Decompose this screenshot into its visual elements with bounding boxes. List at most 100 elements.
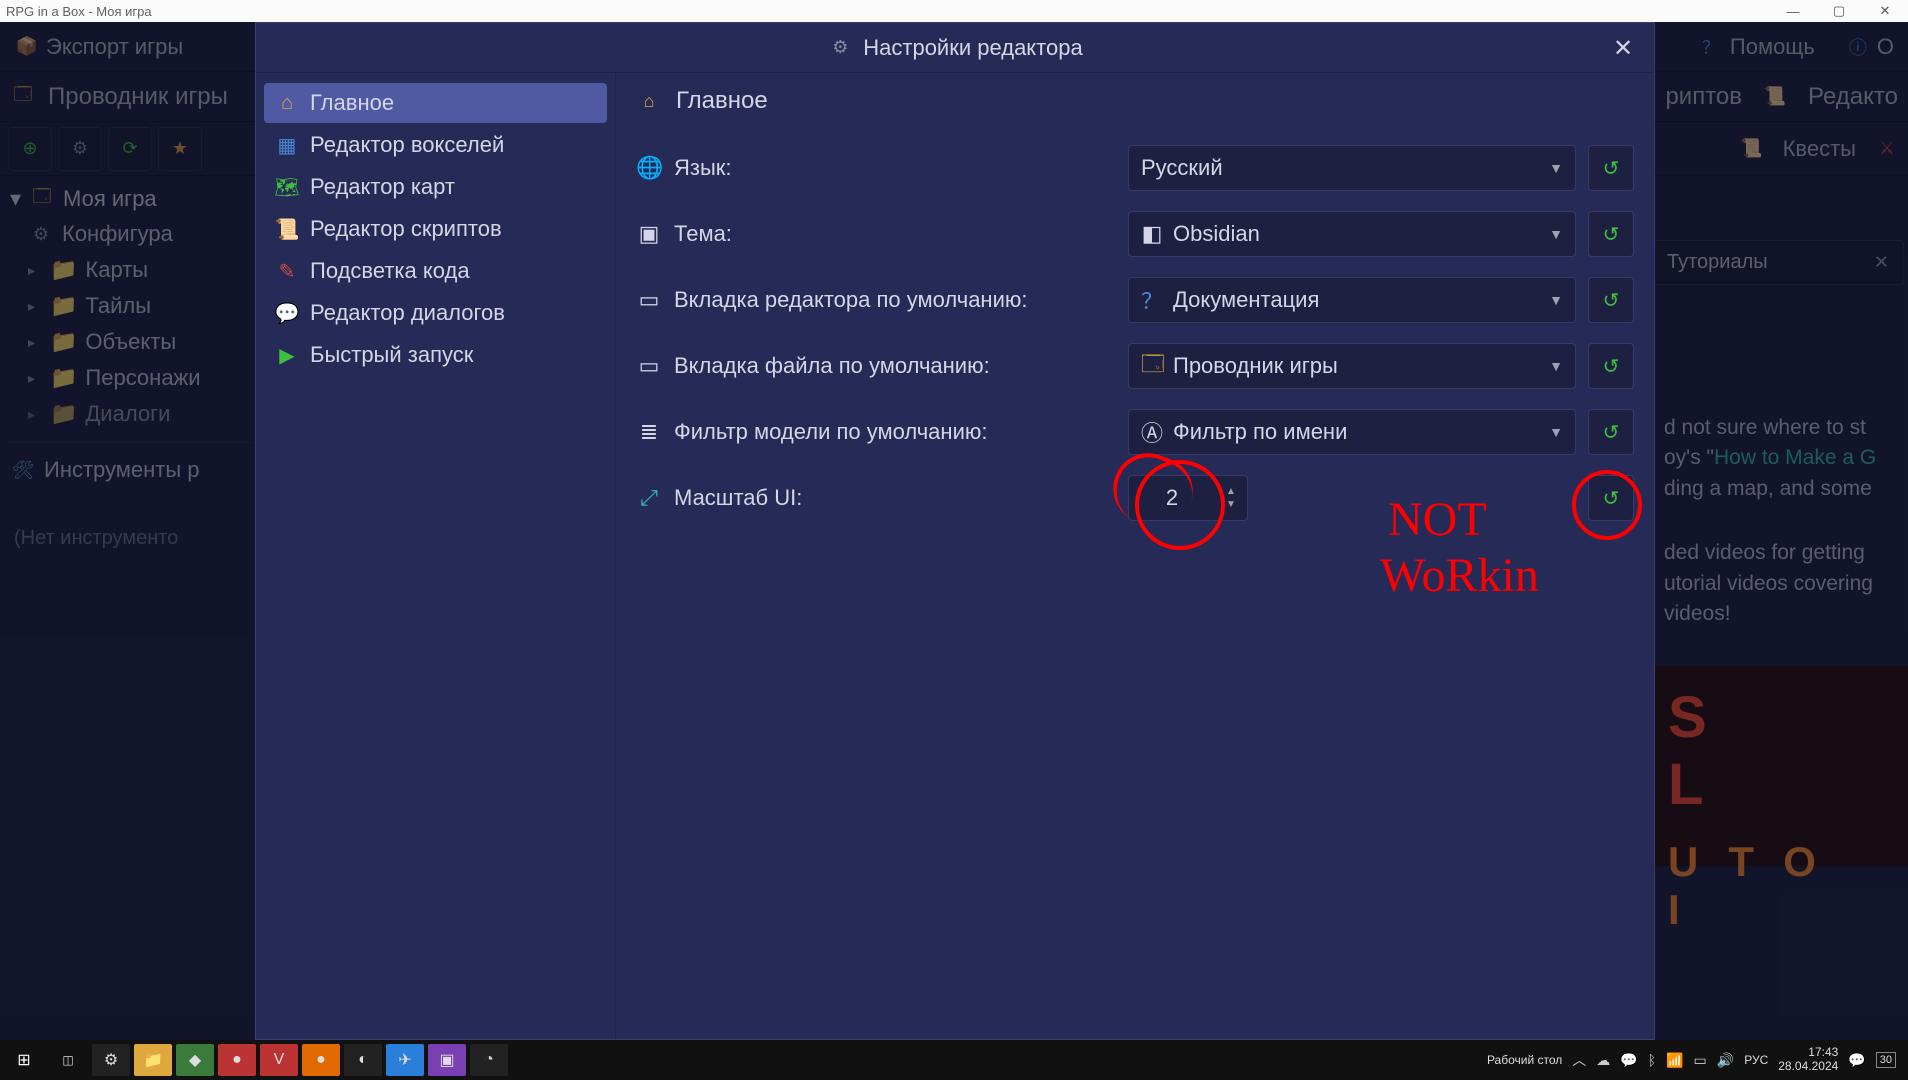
chevron-down-icon: ▼ <box>1549 292 1563 308</box>
tray-time: 17:43 <box>1778 1046 1838 1060</box>
setting-label: Масштаб UI: <box>674 485 802 511</box>
category-label: Подсветка кода <box>310 258 470 284</box>
script-icon: 📜 <box>274 217 300 242</box>
reset-editor-tab-button[interactable]: ↺ <box>1588 277 1634 323</box>
setting-row-model-filter: ≣Фильтр модели по умолчанию: Ⓐ Фильтр по… <box>636 409 1634 455</box>
category-label: Быстрый запуск <box>310 342 473 368</box>
settings-detail-pane: ⌂ Главное 🌐Язык: Русский ▼ ↺ ▣ Тема: ◧ Ob… <box>616 73 1654 1039</box>
explorer-icon: 🗔 <box>1141 347 1163 385</box>
settings-section-title: Главное <box>676 87 768 115</box>
taskbar-app-vivaldi[interactable]: V <box>260 1044 298 1076</box>
setting-row-ui-scale: ⤢Масштаб UI: 2 ▲▼ ↺ <box>636 475 1634 521</box>
tray-battery-icon[interactable]: ▭ <box>1694 1052 1707 1069</box>
spinner-arrows[interactable]: ▲▼ <box>1215 487 1247 510</box>
chevron-down-icon: ▼ <box>1549 226 1563 242</box>
reset-icon: ↺ <box>1603 486 1620 511</box>
language-dropdown[interactable]: Русский ▼ <box>1128 145 1576 191</box>
tray-clock[interactable]: 17:43 28.04.2024 <box>1778 1046 1838 1074</box>
dropdown-value: Документация <box>1173 287 1319 313</box>
category-label: Редактор карт <box>310 174 455 200</box>
maximize-button[interactable]: ▢ <box>1816 0 1862 22</box>
setting-row-file-tab: ▭Вкладка файла по умолчанию: 🗔 Проводник… <box>636 343 1634 389</box>
setting-row-editor-tab: ▭ Вкладка редактора по умолчанию: ？ Докум… <box>636 277 1634 323</box>
chevron-up-icon[interactable]: ︿ <box>1572 1050 1586 1070</box>
category-quick-launch[interactable]: ▶ Быстрый запуск <box>264 335 607 375</box>
tray-wifi-icon[interactable]: 📶 <box>1666 1052 1683 1069</box>
setting-label: Тема: <box>674 221 732 247</box>
dropdown-value: Проводник игры <box>1173 353 1338 379</box>
settings-category-list: ⌂ Главное ▦ Редактор вокселей 🗺 Редактор… <box>256 73 616 1039</box>
chevron-down-icon: ▼ <box>1549 358 1563 374</box>
taskbar-app-orange[interactable]: ● <box>302 1044 340 1076</box>
tray-date: 28.04.2024 <box>1778 1060 1838 1074</box>
taskbar-app-green[interactable]: ◆ <box>176 1044 214 1076</box>
model-filter-dropdown[interactable]: Ⓐ Фильтр по имени ▼ <box>1128 409 1576 455</box>
ui-scale-value: 2 <box>1129 485 1215 511</box>
taskbar-app-steam[interactable]: ◐ <box>344 1044 382 1076</box>
category-map-editor[interactable]: 🗺 Редактор карт <box>264 167 607 207</box>
settings-section-header: ⌂ Главное <box>636 87 1634 115</box>
home-icon: ⌂ <box>636 88 662 114</box>
start-button[interactable]: ⊞ <box>4 1042 44 1078</box>
chevron-down-icon: ▼ <box>1549 424 1563 440</box>
ui-scale-spinner[interactable]: 2 ▲▼ <box>1128 475 1248 521</box>
category-label: Редактор вокселей <box>310 132 504 158</box>
dropdown-value: Фильтр по имени <box>1173 419 1347 445</box>
system-tray: Рабочий стол ︿ ☁ 💬 ᛒ 📶 ▭ 🔊 РУС 17:43 28.… <box>1487 1046 1904 1074</box>
taskbar-app-red[interactable]: ● <box>218 1044 256 1076</box>
swatch-icon: ◧ <box>1141 221 1163 247</box>
home-icon: ⌂ <box>274 92 300 115</box>
category-main[interactable]: ⌂ Главное <box>264 83 607 123</box>
tab-icon: ▭ <box>636 287 662 313</box>
category-label: Редактор диалогов <box>310 300 505 326</box>
modal-close-button[interactable]: ✕ <box>1606 31 1640 65</box>
category-syntax-highlight[interactable]: ✎ Подсветка кода <box>264 251 607 291</box>
tray-volume-icon[interactable]: 🔊 <box>1717 1052 1734 1069</box>
reset-ui-scale-button[interactable]: ↺ <box>1588 475 1634 521</box>
theme-dropdown[interactable]: ◧ Obsidian ▼ <box>1128 211 1576 257</box>
taskbar-app-telegram[interactable]: ✈ <box>386 1044 424 1076</box>
reset-model-filter-button[interactable]: ↺ <box>1588 409 1634 455</box>
reset-file-tab-button[interactable]: ↺ <box>1588 343 1634 389</box>
modal-titlebar: ⚙ Настройки редактора ✕ <box>256 23 1654 73</box>
category-label: Главное <box>310 90 394 116</box>
tray-cloud-icon[interactable]: ☁ <box>1596 1052 1610 1069</box>
windows-taskbar: ⊞ ◫ ⚙ 📁 ◆ ● V ● ◐ ✈ ▣ ◔ Рабочий стол ︿ ☁… <box>0 1040 1908 1080</box>
category-label: Редактор скриптов <box>310 216 502 242</box>
file-tab-dropdown[interactable]: 🗔 Проводник игры ▼ <box>1128 343 1576 389</box>
taskbar-app-dark[interactable]: ◔ <box>470 1044 508 1076</box>
window-title: RPG in a Box - Моя игра <box>6 4 152 19</box>
category-voxel-editor[interactable]: ▦ Редактор вокселей <box>264 125 607 165</box>
tray-bluetooth-icon[interactable]: ᛒ <box>1648 1052 1656 1068</box>
reset-icon: ↺ <box>1603 354 1620 379</box>
setting-label: Язык: <box>674 155 732 181</box>
category-dialog-editor[interactable]: 💬 Редактор диалогов <box>264 293 607 333</box>
editor-tab-dropdown[interactable]: ？ Документация ▼ <box>1128 277 1576 323</box>
category-script-editor[interactable]: 📜 Редактор скриптов <box>264 209 607 249</box>
dropdown-value: Русский <box>1141 155 1223 181</box>
abc-icon: Ⓐ <box>1141 416 1163 448</box>
taskbar-app-settings[interactable]: ⚙ <box>92 1044 130 1076</box>
theme-icon: ▣ <box>636 221 662 247</box>
task-view-button[interactable]: ◫ <box>48 1042 88 1078</box>
close-window-button[interactable]: ✕ <box>1862 0 1908 22</box>
tray-chat-icon[interactable]: 💬 <box>1620 1052 1637 1069</box>
tray-notifications-icon[interactable]: 💬 <box>1848 1052 1865 1069</box>
setting-label: Вкладка редактора по умолчанию: <box>674 287 1027 313</box>
tray-language[interactable]: РУС <box>1744 1053 1768 1067</box>
tray-calendar-day[interactable]: 30 <box>1876 1052 1896 1068</box>
setting-row-language: 🌐Язык: Русский ▼ ↺ <box>636 145 1634 191</box>
highlight-icon: ✎ <box>274 259 300 284</box>
reset-icon: ↺ <box>1603 420 1620 445</box>
modal-body: ⌂ Главное ▦ Редактор вокселей 🗺 Редактор… <box>256 73 1654 1039</box>
chevron-down-icon: ▼ <box>1549 160 1563 176</box>
desktop-peek-label[interactable]: Рабочий стол <box>1487 1053 1562 1067</box>
reset-theme-button[interactable]: ↺ <box>1588 211 1634 257</box>
taskbar-app-explorer[interactable]: 📁 <box>134 1044 172 1076</box>
minimize-button[interactable]: — <box>1770 0 1816 22</box>
taskbar-app-purple[interactable]: ▣ <box>428 1044 466 1076</box>
reset-icon: ↺ <box>1603 288 1620 313</box>
reset-language-button[interactable]: ↺ <box>1588 145 1634 191</box>
settings-icon: ⚙ <box>827 35 853 61</box>
map-icon: 🗺 <box>274 175 300 200</box>
